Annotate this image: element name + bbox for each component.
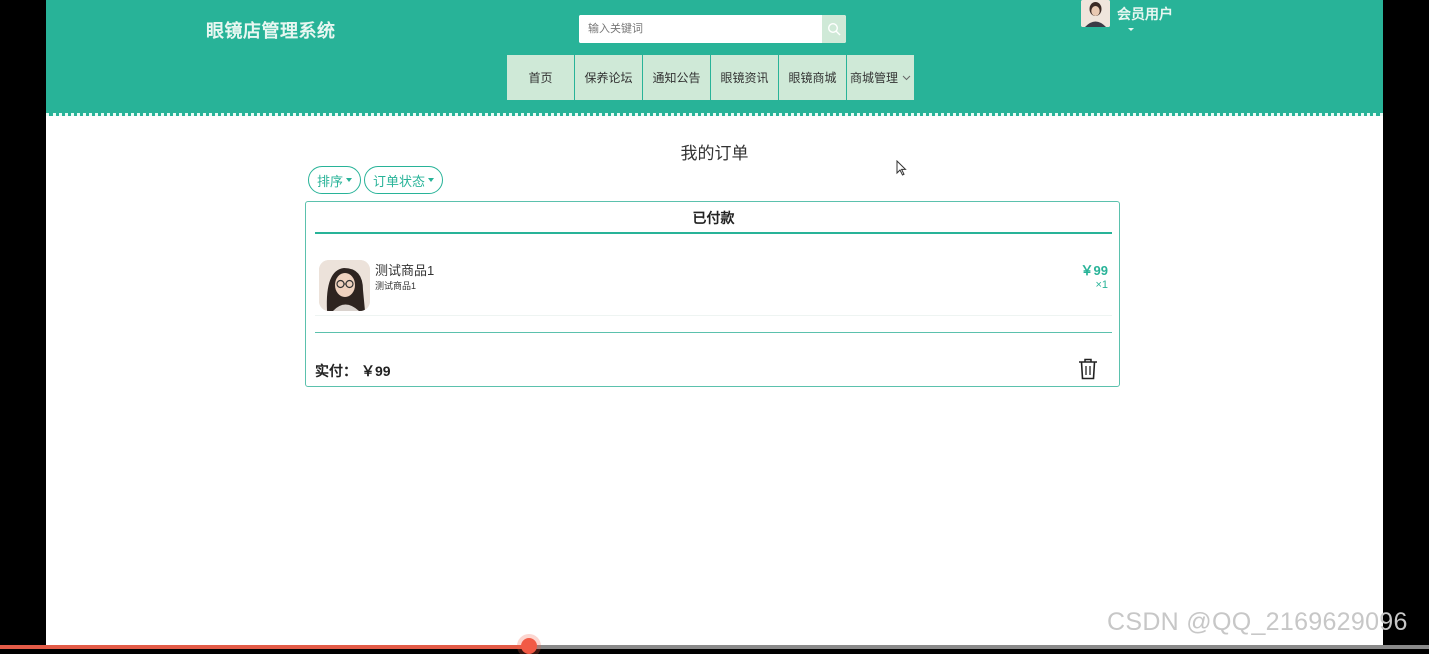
video-progress-bar[interactable] [0, 638, 1429, 654]
user-name[interactable]: 会员用户 [1117, 4, 1173, 24]
nav-item-home[interactable]: 首页 [507, 55, 574, 100]
sort-dropdown[interactable]: 排序 [308, 166, 362, 194]
nav-item-shop[interactable]: 眼镜商城 [779, 55, 846, 100]
order-card[interactable]: 已付款 测试商品1 测试商品1 ￥99 ×1 实付： ￥99 [305, 201, 1120, 387]
total-label: 实付： [315, 363, 357, 379]
mouse-pointer-icon [896, 160, 907, 176]
csdn-watermark: CSDN @QQ_2169629096 [1107, 608, 1408, 636]
total-value: ￥99 [361, 363, 391, 379]
delete-order-button[interactable] [1078, 358, 1100, 382]
video-progress-handle[interactable] [521, 638, 537, 654]
search-icon [827, 22, 841, 36]
user-menu[interactable]: 会员用户 [1081, 0, 1173, 27]
product-quantity: ×1 [1095, 279, 1108, 291]
search-box [579, 15, 846, 43]
nav-item-forum[interactable]: 保养论坛 [575, 55, 642, 100]
order-status: 已付款 [315, 202, 1112, 234]
video-progress-fill [0, 645, 529, 649]
page-title: 我的订单 [680, 144, 749, 163]
nav-item-notice[interactable]: 通知公告 [643, 55, 710, 100]
product-photo-icon [319, 260, 370, 311]
caret-down-icon [346, 178, 353, 182]
order-item[interactable]: 测试商品1 测试商品1 ￥99 ×1 [315, 247, 1112, 316]
product-price: ￥99 [1080, 263, 1108, 278]
browser-viewport: 眼镜店管理系统 会员用户 首页 [46, 0, 1383, 649]
user-caret-icon[interactable] [1128, 28, 1134, 31]
nav-item-shop-manage[interactable]: 商城管理 [847, 55, 914, 100]
user-avatar[interactable] [1081, 0, 1110, 27]
product-name[interactable]: 测试商品1 [375, 260, 434, 279]
site-brand[interactable]: 眼镜店管理系统 [206, 17, 336, 43]
search-input[interactable] [579, 15, 821, 43]
trash-icon [1079, 358, 1097, 380]
product-image[interactable] [319, 260, 370, 311]
site-header: 眼镜店管理系统 会员用户 首页 [46, 0, 1383, 116]
search-button[interactable] [822, 15, 846, 43]
nav-item-news[interactable]: 眼镜资讯 [711, 55, 778, 100]
product-subtitle: 测试商品1 [375, 281, 417, 291]
user-photo-icon [1081, 0, 1110, 27]
order-divider [315, 332, 1112, 333]
chevron-down-icon [902, 75, 911, 80]
order-filters: 排序 订单状态 [308, 166, 444, 194]
order-status-dropdown[interactable]: 订单状态 [364, 166, 444, 194]
main-nav: 首页 保养论坛 通知公告 眼镜资讯 眼镜商城 商城管理 [507, 55, 914, 100]
caret-down-icon [428, 178, 435, 182]
